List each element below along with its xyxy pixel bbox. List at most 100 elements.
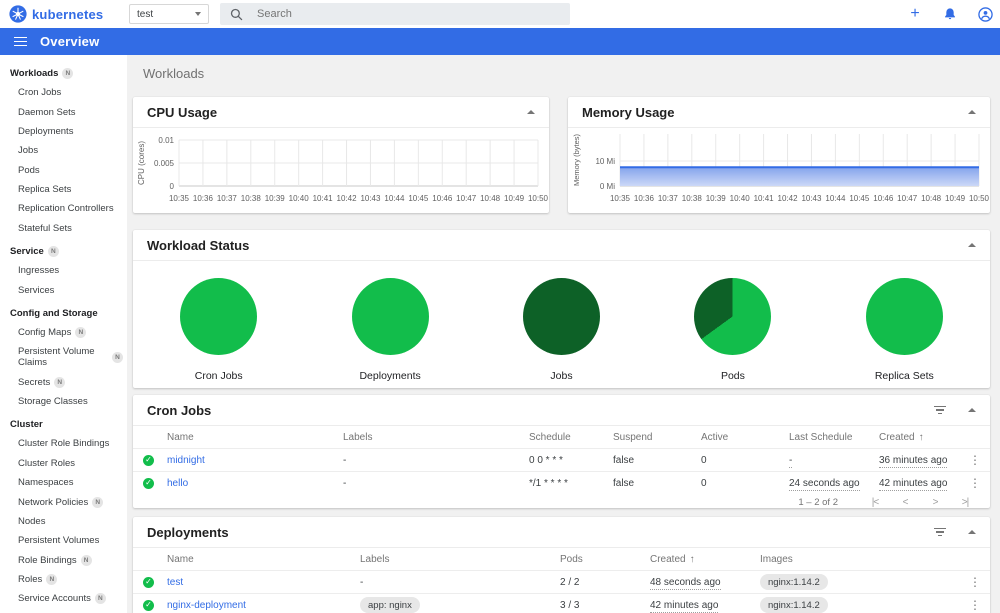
sidebar-item-cluster-role-bindings[interactable]: Cluster Role Bindings	[0, 434, 127, 453]
sidebar-item-namespaces[interactable]: Namespaces	[0, 473, 127, 492]
pie-chart-jobs[interactable]	[523, 278, 601, 355]
deployment-link[interactable]: nginx-deployment	[167, 600, 246, 611]
sidebar-item-secrets[interactable]: Secrets N	[0, 373, 127, 392]
collapse-icon[interactable]	[527, 110, 535, 114]
column-header-created[interactable]: Created ↑	[650, 554, 760, 565]
column-header-schedule[interactable]: Schedule	[529, 432, 613, 443]
pie-chart-label: Deployments	[359, 370, 421, 382]
last-page-button[interactable]: >|	[950, 497, 980, 508]
namespaced-badge: N	[112, 351, 123, 363]
row-actions-menu-icon[interactable]: ⋮	[960, 476, 990, 490]
sidebar-item-replication-controllers[interactable]: Replication Controllers	[0, 199, 127, 218]
sidebar-item-nodes[interactable]: Nodes	[0, 512, 127, 531]
pie-chart-deployments[interactable]	[351, 278, 429, 355]
cell-labels: -	[360, 576, 364, 588]
table-row-cronjob-hello[interactable]: ✓ hello - */1 * * * * false 0 24 seconds ago 42…	[133, 471, 990, 494]
namespaced-badge: N	[80, 554, 92, 566]
sidebar-item-cron-jobs[interactable]: Cron Jobs	[0, 83, 127, 102]
pie-chart-cron-jobs[interactable]	[180, 278, 258, 355]
pie-chart-replica-sets[interactable]	[865, 278, 943, 355]
cell-last-schedule: -	[789, 454, 879, 468]
row-actions-menu-icon[interactable]: ⋮	[960, 453, 990, 467]
image-chip: nginx:1.14.2	[760, 597, 828, 613]
pie-chart-pods[interactable]	[694, 278, 772, 355]
workload-status-replica-sets: Replica Sets	[819, 278, 990, 382]
table-row-deployment-nginx-deployment[interactable]: ✓ nginx-deployment app: nginx 3 / 3 42 minut…	[133, 593, 990, 613]
account-button[interactable]	[976, 5, 994, 23]
namespace-selector[interactable]: test	[129, 4, 209, 24]
relative-time: 48 seconds ago	[650, 576, 721, 590]
cell-last-schedule: 24 seconds ago	[789, 477, 879, 491]
svg-text:0: 0	[170, 182, 175, 191]
column-header-label: Images	[760, 553, 793, 565]
search-icon	[230, 8, 243, 20]
next-page-button[interactable]: >	[920, 497, 950, 508]
column-header-name[interactable]: Name	[167, 432, 343, 443]
row-actions-menu-icon[interactable]: ⋮	[960, 598, 990, 612]
cron-jobs-table-header: Name Labels Schedule Suspend Active Last Sche…	[133, 426, 990, 448]
sidebar-item-service-accounts[interactable]: Service Accounts N	[0, 589, 127, 608]
previous-page-button[interactable]: <	[890, 497, 920, 508]
create-resource-button[interactable]: +	[906, 5, 924, 23]
sidebar-section-config-and-storage[interactable]: Config and Storage	[0, 300, 127, 323]
success-check-icon: ✓	[143, 454, 154, 466]
brand-name: kubernetes	[32, 6, 104, 22]
column-header-last-schedule[interactable]: Last Schedule	[789, 432, 879, 443]
sidebar-item-stateful-sets[interactable]: Stateful Sets	[0, 219, 127, 238]
sidebar-section-cluster[interactable]: Cluster	[0, 411, 127, 434]
cell-name: nginx-deployment	[167, 600, 360, 611]
sidebar-item-storage-classes[interactable]: Storage Classes	[0, 392, 127, 411]
first-page-button[interactable]: |<	[860, 497, 890, 508]
column-header-pods[interactable]: Pods	[560, 554, 650, 565]
collapse-icon[interactable]	[968, 110, 976, 114]
column-header-active[interactable]: Active	[701, 432, 789, 443]
sidebar-item-roles[interactable]: Roles N	[0, 570, 127, 589]
column-header-name[interactable]: Name	[167, 554, 360, 565]
column-header-labels[interactable]: Labels	[343, 432, 529, 443]
kubernetes-helm-icon	[9, 5, 27, 23]
menu-button[interactable]	[14, 36, 27, 47]
sidebar-item-network-policies[interactable]: Network Policies N	[0, 492, 127, 511]
sidebar-section-workloads[interactable]: Workloads N	[0, 60, 127, 83]
sidebar-item-ingresses[interactable]: Ingresses	[0, 261, 127, 280]
sidebar-item-pods[interactable]: Pods	[0, 161, 127, 180]
column-header-labels[interactable]: Labels	[360, 554, 560, 565]
column-header-suspend[interactable]: Suspend	[613, 432, 701, 443]
sidebar-item-services[interactable]: Services	[0, 280, 127, 299]
collapse-icon[interactable]	[968, 243, 976, 247]
column-header-created[interactable]: Created ↑	[879, 432, 960, 443]
kubernetes-logo[interactable]: kubernetes	[9, 0, 103, 28]
sidebar-section-custom-resource-definitions[interactable]: Custom Resource Definitions	[0, 609, 127, 613]
sidebar-item-replica-sets[interactable]: Replica Sets	[0, 180, 127, 199]
cronjob-link[interactable]: midnight	[167, 455, 205, 466]
table-row-deployment-test[interactable]: ✓ test - 2 / 2 48 seconds ago nginx:1.14.2 ⋮	[133, 570, 990, 593]
cell-labels: app: nginx	[360, 597, 560, 613]
filter-icon[interactable]	[934, 405, 946, 415]
row-actions-menu-icon[interactable]: ⋮	[960, 575, 990, 589]
search-bar[interactable]	[220, 3, 570, 25]
sidebar-item-cluster-roles[interactable]: Cluster Roles	[0, 454, 127, 473]
deployments-table-header: Name Labels Pods Created ↑ Images	[133, 548, 990, 570]
sidebar-item-jobs[interactable]: Jobs	[0, 141, 127, 160]
column-header-images[interactable]: Images	[760, 554, 960, 565]
table-row-cronjob-midnight[interactable]: ✓ midnight - 0 0 * * * false 0 - 36 minutes ago…	[133, 448, 990, 471]
collapse-icon[interactable]	[968, 408, 976, 412]
svg-text:10:43: 10:43	[801, 194, 822, 203]
column-header-label: Last Schedule	[789, 431, 853, 443]
filter-icon[interactable]	[934, 527, 946, 537]
sidebar-item-deployments[interactable]: Deployments	[0, 122, 127, 141]
cronjob-link[interactable]: hello	[167, 478, 188, 489]
sidebar-item-role-bindings[interactable]: Role Bindings N	[0, 551, 127, 570]
sidebar-item-config-maps[interactable]: Config Maps N	[0, 323, 127, 342]
search-input[interactable]	[257, 8, 537, 20]
deployment-link[interactable]: test	[167, 577, 183, 588]
notifications-button[interactable]	[941, 5, 959, 23]
svg-text:10:35: 10:35	[169, 194, 190, 203]
sort-ascending-icon: ↑	[689, 553, 695, 565]
sidebar-section-service[interactable]: Service N	[0, 238, 127, 261]
collapse-icon[interactable]	[968, 530, 976, 534]
sidebar-item-label: Storage Classes	[18, 396, 88, 408]
sidebar-item-persistent-volume-claims[interactable]: Persistent Volume Claims N	[0, 342, 127, 372]
sidebar-item-daemon-sets[interactable]: Daemon Sets	[0, 102, 127, 121]
sidebar-item-persistent-volumes[interactable]: Persistent Volumes	[0, 531, 127, 550]
